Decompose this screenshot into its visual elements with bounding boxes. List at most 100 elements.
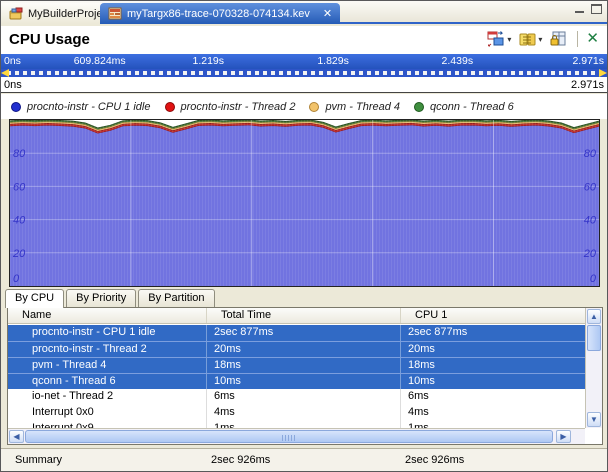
tab-by-partition[interactable]: By Partition bbox=[138, 289, 214, 307]
cell-cpu1: 2sec 877ms bbox=[401, 325, 585, 341]
svg-text:60: 60 bbox=[584, 181, 597, 193]
horizontal-scrollbar[interactable]: ◀ ▶ bbox=[8, 428, 585, 444]
chevron-down-icon: ▾ bbox=[507, 35, 511, 44]
cpu-usage-chart[interactable]: 002020404060608080 bbox=[9, 119, 600, 287]
view-window-controls bbox=[574, 4, 602, 14]
cell-cpu1: 18ms bbox=[401, 358, 585, 373]
selection-handle-right-icon[interactable] bbox=[599, 69, 607, 77]
timeline-tick: 2.971s bbox=[572, 55, 604, 67]
view-toolbar: ▾ ▾ ✕ bbox=[485, 30, 599, 48]
cell-name: procnto-instr - Thread 2 bbox=[8, 342, 207, 357]
column-header-total-time[interactable]: Total Time bbox=[207, 308, 401, 323]
tab-label: MyBuilderProject bbox=[28, 8, 111, 20]
scroll-left-icon[interactable]: ◀ bbox=[9, 430, 24, 443]
selection-dashes bbox=[7, 71, 601, 75]
timeline-tick: 0ns bbox=[4, 55, 21, 67]
cell-name: qconn - Thread 6 bbox=[8, 374, 207, 389]
cell-cpu1: 6ms bbox=[401, 389, 585, 405]
usage-table: Name Total Time CPU 1 procnto-instr - CP… bbox=[7, 307, 603, 445]
tab-by-cpu[interactable]: By CPU bbox=[5, 289, 64, 308]
svg-text:0: 0 bbox=[590, 273, 597, 285]
timeline-tick: 2.439s bbox=[442, 55, 474, 67]
cell-name: Interrupt 0x0 bbox=[8, 405, 207, 421]
cell-total: 4ms bbox=[207, 405, 401, 421]
lock-table-button[interactable] bbox=[548, 30, 569, 48]
timeline-ruler[interactable]: 0ns 609.824ms 1.219s 1.829s 2.439s 2.971s bbox=[1, 54, 607, 69]
filter-button[interactable]: ▾ bbox=[517, 31, 544, 48]
tab-label: myTargx86-trace-070328-074134.kev bbox=[127, 8, 310, 20]
cell-total: 6ms bbox=[207, 389, 401, 405]
table-row[interactable]: Interrupt 0x91ms1ms bbox=[8, 421, 585, 428]
timeline-tick: 1.219s bbox=[192, 55, 224, 67]
pane-layout-button[interactable]: ▾ bbox=[485, 30, 513, 48]
column-header-cpu1[interactable]: CPU 1 bbox=[401, 308, 585, 323]
tab-trace-file[interactable]: myTargx86-trace-070328-074134.kev ✕ bbox=[100, 3, 340, 24]
summary-row: Summary 2sec 926ms 2sec 926ms bbox=[1, 448, 607, 471]
maximize-icon[interactable] bbox=[591, 4, 602, 14]
legend-label: procnto-instr - CPU 1 idle bbox=[27, 101, 151, 113]
legend-item: qconn - Thread 6 bbox=[414, 101, 514, 113]
scroll-right-icon[interactable]: ▶ bbox=[556, 430, 571, 443]
svg-text:80: 80 bbox=[13, 148, 26, 160]
scale-start: 0ns bbox=[4, 79, 22, 91]
cell-name: Interrupt 0x9 bbox=[8, 421, 207, 428]
table-row[interactable]: io-net - Thread 26ms6ms bbox=[8, 389, 585, 405]
editor-tabbar: MyBuilderProject myTargx86-trace-070328-… bbox=[1, 1, 607, 24]
timeline-tick: 1.829s bbox=[317, 55, 349, 67]
tab-by-priority[interactable]: By Priority bbox=[66, 289, 136, 307]
pane-layout-icon bbox=[487, 31, 505, 47]
page-title: CPU Usage bbox=[9, 31, 90, 48]
legend-item: procnto-instr - Thread 2 bbox=[165, 101, 296, 113]
timeline-selection-band[interactable] bbox=[1, 69, 607, 77]
legend-label: qconn - Thread 6 bbox=[430, 101, 514, 113]
cell-cpu1: 4ms bbox=[401, 405, 585, 421]
summary-label: Summary bbox=[1, 449, 202, 471]
cell-total: 10ms bbox=[207, 374, 401, 389]
table-row[interactable]: pvm - Thread 418ms18ms bbox=[8, 357, 585, 373]
vertical-scroll-thumb[interactable] bbox=[587, 325, 601, 351]
selection-handle-left-icon[interactable] bbox=[1, 69, 9, 77]
lock-table-icon bbox=[550, 31, 567, 47]
cell-total: 2sec 877ms bbox=[207, 325, 401, 341]
tab-close-icon[interactable]: ✕ bbox=[323, 7, 332, 20]
view-tabs: By CPUBy PriorityBy Partition bbox=[5, 289, 215, 307]
legend-item: procnto-instr - CPU 1 idle bbox=[11, 101, 151, 113]
cell-cpu1: 1ms bbox=[401, 421, 585, 428]
close-view-icon[interactable]: ✕ bbox=[586, 31, 599, 47]
legend: procnto-instr - CPU 1 idle procnto-instr … bbox=[1, 94, 607, 119]
column-header-name[interactable]: Name bbox=[8, 308, 207, 323]
legend-dot-icon bbox=[165, 102, 175, 112]
legend-dot-icon bbox=[11, 102, 21, 112]
view-header: CPU Usage ▾ ▾ bbox=[1, 26, 607, 54]
summary-cpu1: 2sec 926ms bbox=[396, 449, 464, 471]
table-row[interactable]: Interrupt 0x04ms4ms bbox=[8, 405, 585, 421]
table-row[interactable]: qconn - Thread 610ms10ms bbox=[8, 373, 585, 389]
scroll-down-icon[interactable]: ▼ bbox=[587, 412, 601, 427]
legend-label: pvm - Thread 4 bbox=[325, 101, 400, 113]
filter-icon bbox=[519, 32, 536, 47]
timeline-scale-row: 0ns 2.971s bbox=[1, 77, 607, 93]
table-header: Name Total Time CPU 1 bbox=[8, 308, 585, 324]
horizontal-scroll-thumb[interactable] bbox=[25, 430, 553, 443]
table-row[interactable]: procnto-instr - CPU 1 idle2sec 877ms2sec… bbox=[8, 325, 585, 341]
cell-total: 1ms bbox=[207, 421, 401, 428]
svg-text:20: 20 bbox=[12, 248, 26, 260]
table-row[interactable]: procnto-instr - Thread 220ms20ms bbox=[8, 341, 585, 357]
svg-text:40: 40 bbox=[13, 215, 26, 227]
cell-name: pvm - Thread 4 bbox=[8, 358, 207, 373]
timeline-tick: 609.824ms bbox=[74, 55, 126, 67]
svg-text:80: 80 bbox=[584, 148, 597, 160]
minimize-icon[interactable] bbox=[574, 4, 585, 14]
system-profiler-window: MyBuilderProject myTargx86-trace-070328-… bbox=[0, 0, 608, 472]
cell-name: io-net - Thread 2 bbox=[8, 389, 207, 405]
chevron-down-icon: ▾ bbox=[538, 35, 542, 44]
legend-dot-icon bbox=[414, 102, 424, 112]
scroll-up-icon[interactable]: ▲ bbox=[587, 309, 601, 324]
svg-text:60: 60 bbox=[13, 181, 26, 193]
cell-cpu1: 10ms bbox=[401, 374, 585, 389]
vertical-scrollbar[interactable]: ▲ ▼ bbox=[585, 308, 602, 428]
legend-label: procnto-instr - Thread 2 bbox=[181, 101, 296, 113]
cell-total: 18ms bbox=[207, 358, 401, 373]
area-chart-canvas: 002020404060608080 bbox=[10, 120, 599, 286]
svg-text:40: 40 bbox=[584, 215, 597, 227]
